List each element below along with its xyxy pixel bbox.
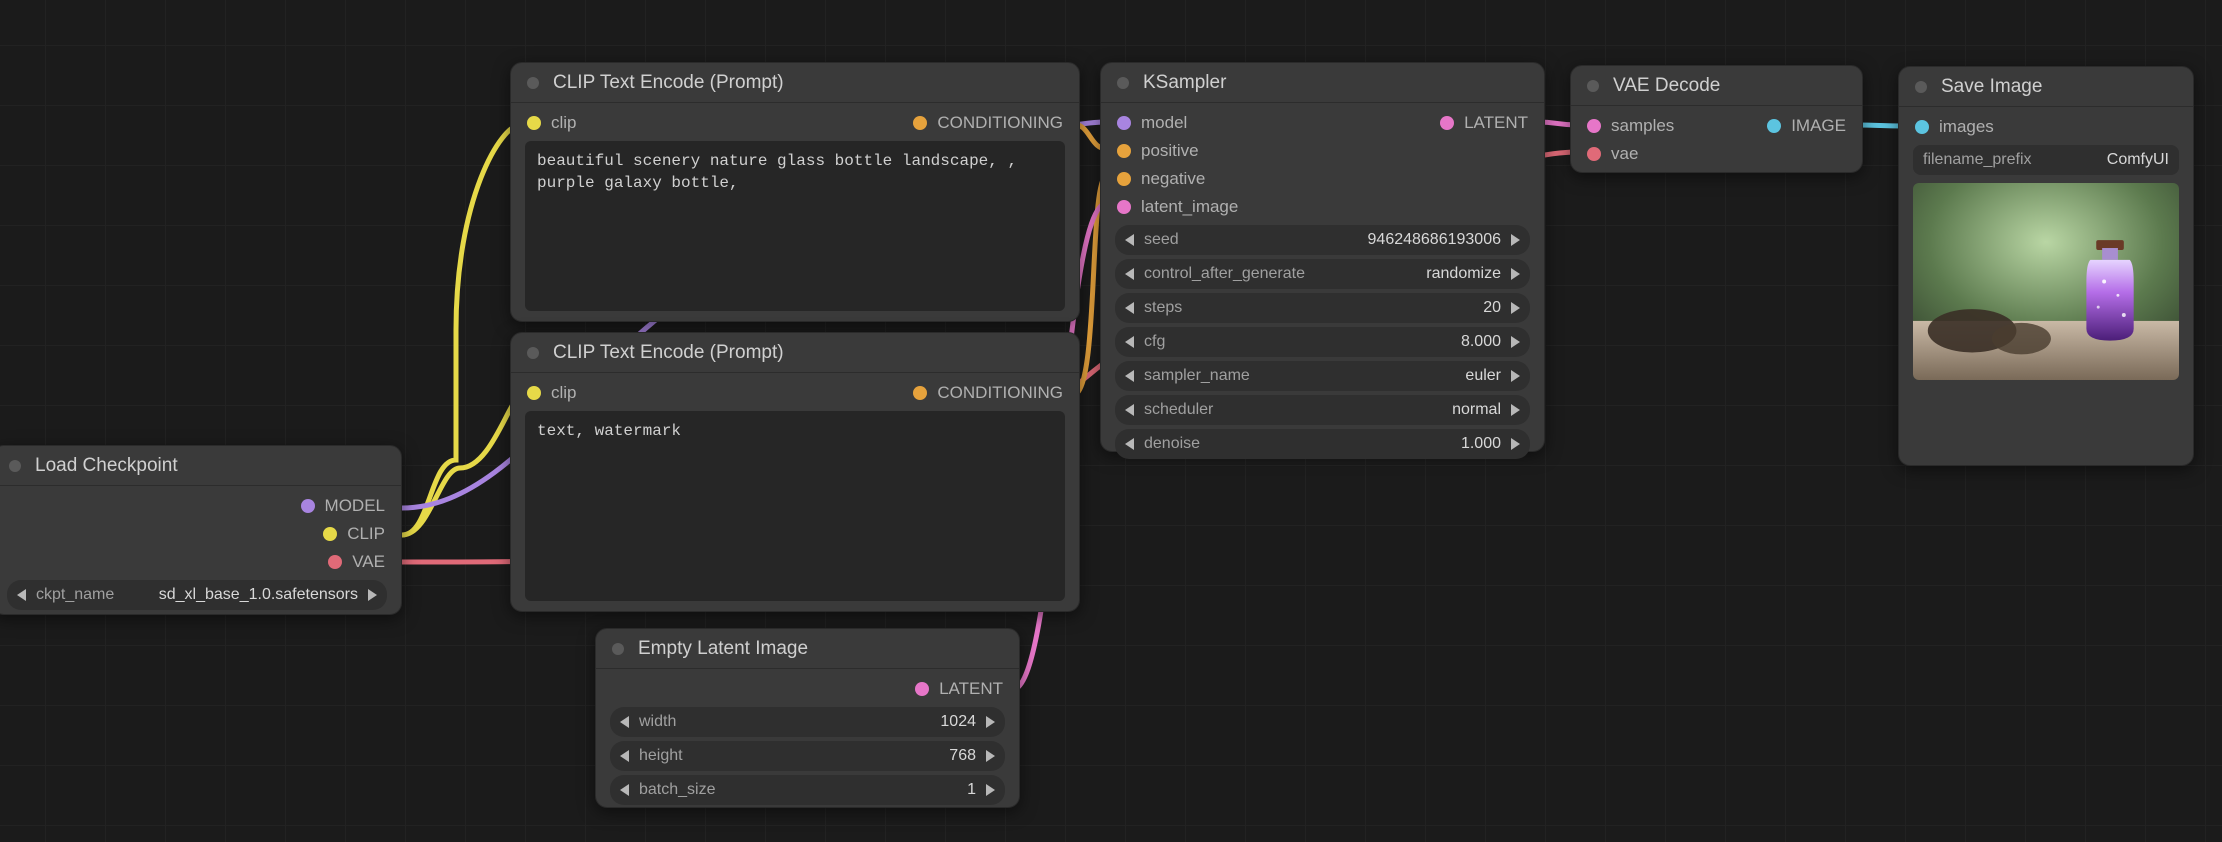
widget-filename-prefix[interactable]: filename_prefix ComfyUI — [1913, 145, 2179, 175]
collapse-dot-icon[interactable] — [527, 347, 539, 359]
chevron-left-icon[interactable] — [1125, 234, 1134, 246]
chevron-right-icon[interactable] — [986, 716, 995, 728]
port-icon[interactable] — [1587, 119, 1601, 133]
port-icon[interactable] — [1117, 144, 1131, 158]
collapse-dot-icon[interactable] — [1915, 81, 1927, 93]
widget-control-after-generate[interactable]: control_after_generaterandomize — [1115, 259, 1530, 289]
node-header[interactable]: Load Checkpoint — [0, 446, 401, 486]
collapse-dot-icon[interactable] — [1587, 80, 1599, 92]
node-title: Save Image — [1941, 76, 2042, 98]
port-icon[interactable] — [527, 116, 541, 130]
widget-seed[interactable]: seed946248686193006 — [1115, 225, 1530, 255]
chevron-left-icon[interactable] — [620, 750, 629, 762]
chevron-right-icon[interactable] — [1511, 234, 1520, 246]
collapse-dot-icon[interactable] — [527, 77, 539, 89]
output-clip[interactable]: CLIP — [323, 524, 385, 544]
chevron-right-icon[interactable] — [986, 750, 995, 762]
prompt-text-input[interactable]: text, watermark — [525, 411, 1065, 601]
port-icon[interactable] — [328, 555, 342, 569]
widget-sampler-name[interactable]: sampler_nameeuler — [1115, 361, 1530, 391]
input-vae[interactable]: vae — [1587, 144, 1638, 164]
chevron-right-icon[interactable] — [1511, 438, 1520, 450]
widget-height[interactable]: height768 — [610, 741, 1005, 771]
chevron-right-icon[interactable] — [1511, 268, 1520, 280]
input-samples[interactable]: samples — [1587, 116, 1674, 136]
port-icon[interactable] — [915, 682, 929, 696]
node-empty-latent-image[interactable]: Empty Latent Image LATENT width1024 heig… — [595, 628, 1020, 808]
node-header[interactable]: CLIP Text Encode (Prompt) — [511, 333, 1079, 373]
node-header[interactable]: Save Image — [1899, 67, 2193, 107]
collapse-dot-icon[interactable] — [612, 643, 624, 655]
node-header[interactable]: KSampler — [1101, 63, 1544, 103]
port-icon[interactable] — [527, 386, 541, 400]
node-clip-text-encode-negative[interactable]: CLIP Text Encode (Prompt) clip CONDITION… — [510, 332, 1080, 612]
port-icon[interactable] — [301, 499, 315, 513]
port-icon[interactable] — [323, 527, 337, 541]
port-icon[interactable] — [1117, 200, 1131, 214]
output-vae[interactable]: VAE — [328, 552, 385, 572]
chevron-left-icon[interactable] — [620, 784, 629, 796]
widget-ckpt-name[interactable]: ckpt_name sd_xl_base_1.0.safetensors — [7, 580, 387, 610]
chevron-right-icon[interactable] — [368, 589, 377, 601]
chevron-left-icon[interactable] — [1125, 336, 1134, 348]
input-clip[interactable]: clip — [527, 113, 577, 133]
widget-batch-size[interactable]: batch_size1 — [610, 775, 1005, 805]
port-icon[interactable] — [1117, 116, 1131, 130]
port-icon[interactable] — [913, 386, 927, 400]
widget-scheduler[interactable]: schedulernormal — [1115, 395, 1530, 425]
widget-steps[interactable]: steps20 — [1115, 293, 1530, 323]
widget-width[interactable]: width1024 — [610, 707, 1005, 737]
chevron-right-icon[interactable] — [1511, 302, 1520, 314]
input-latent-image[interactable]: latent_image — [1117, 197, 1238, 217]
chevron-left-icon[interactable] — [620, 716, 629, 728]
chevron-left-icon[interactable] — [1125, 268, 1134, 280]
input-model[interactable]: model — [1117, 113, 1187, 133]
chevron-right-icon[interactable] — [1511, 404, 1520, 416]
port-icon[interactable] — [1915, 120, 1929, 134]
chevron-left-icon[interactable] — [1125, 404, 1134, 416]
node-title: Empty Latent Image — [638, 638, 808, 660]
port-icon[interactable] — [1440, 116, 1454, 130]
chevron-right-icon[interactable] — [986, 784, 995, 796]
output-image[interactable]: IMAGE — [1767, 116, 1846, 136]
output-conditioning[interactable]: CONDITIONING — [913, 113, 1063, 133]
node-clip-text-encode-positive[interactable]: CLIP Text Encode (Prompt) clip CONDITION… — [510, 62, 1080, 322]
port-icon[interactable] — [1117, 172, 1131, 186]
node-load-checkpoint[interactable]: Load Checkpoint MODEL CLIP VAE ckpt_name… — [0, 445, 402, 615]
node-header[interactable]: CLIP Text Encode (Prompt) — [511, 63, 1079, 103]
chevron-left-icon[interactable] — [17, 589, 26, 601]
node-title: VAE Decode — [1613, 75, 1720, 97]
node-save-image[interactable]: Save Image images filename_prefix ComfyU… — [1898, 66, 2194, 466]
node-header[interactable]: Empty Latent Image — [596, 629, 1019, 669]
node-title: KSampler — [1143, 72, 1226, 94]
node-header[interactable]: VAE Decode — [1571, 66, 1862, 106]
output-conditioning[interactable]: CONDITIONING — [913, 383, 1063, 403]
output-latent[interactable]: LATENT — [1440, 113, 1528, 133]
input-clip[interactable]: clip — [527, 383, 577, 403]
output-image-preview — [1913, 183, 2179, 380]
node-title: Load Checkpoint — [35, 455, 178, 477]
input-images[interactable]: images — [1915, 117, 1994, 137]
input-positive[interactable]: positive — [1117, 141, 1199, 161]
port-icon[interactable] — [1767, 119, 1781, 133]
prompt-text-input[interactable]: beautiful scenery nature glass bottle la… — [525, 141, 1065, 311]
output-model[interactable]: MODEL — [301, 496, 385, 516]
chevron-right-icon[interactable] — [1511, 370, 1520, 382]
widget-denoise[interactable]: denoise1.000 — [1115, 429, 1530, 459]
input-negative[interactable]: negative — [1117, 169, 1205, 189]
widget-cfg[interactable]: cfg8.000 — [1115, 327, 1530, 357]
port-icon[interactable] — [1587, 147, 1601, 161]
chevron-left-icon[interactable] — [1125, 370, 1134, 382]
node-vae-decode[interactable]: VAE Decode samples IMAGE vae — [1570, 65, 1863, 173]
chevron-left-icon[interactable] — [1125, 302, 1134, 314]
port-icon[interactable] — [913, 116, 927, 130]
node-title: CLIP Text Encode (Prompt) — [553, 72, 784, 94]
collapse-dot-icon[interactable] — [1117, 77, 1129, 89]
chevron-right-icon[interactable] — [1511, 336, 1520, 348]
node-ksampler[interactable]: KSampler model LATENT positive negative … — [1100, 62, 1545, 452]
node-title: CLIP Text Encode (Prompt) — [553, 342, 784, 364]
collapse-dot-icon[interactable] — [9, 460, 21, 472]
chevron-left-icon[interactable] — [1125, 438, 1134, 450]
output-latent[interactable]: LATENT — [915, 679, 1003, 699]
